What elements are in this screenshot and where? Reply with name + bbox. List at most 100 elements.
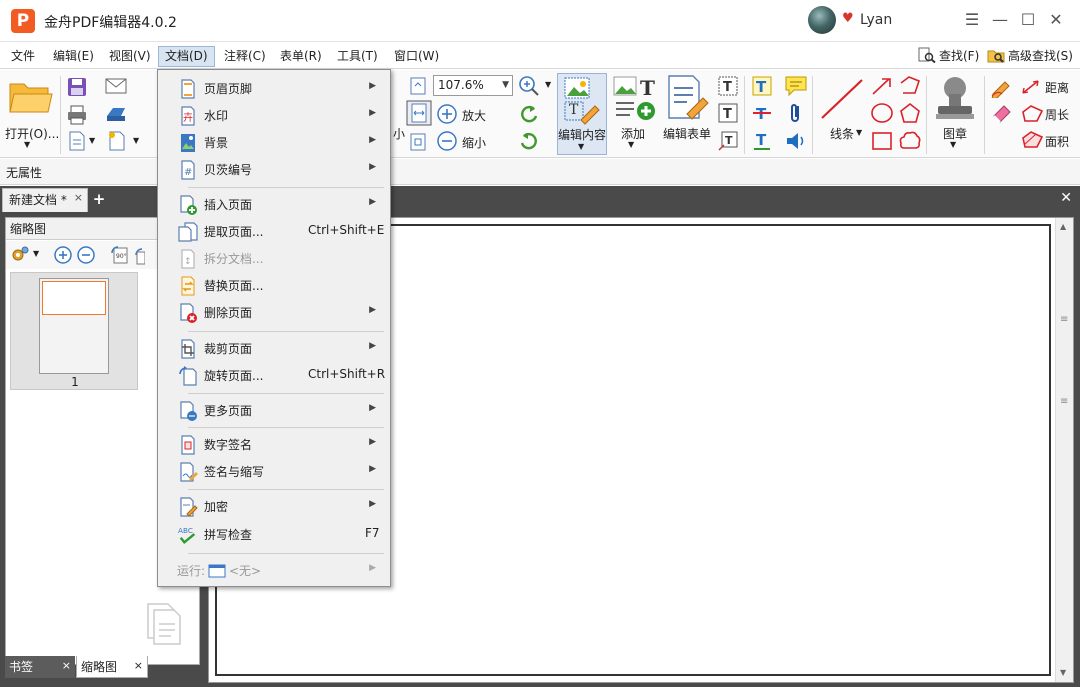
menu-icon[interactable]: ☰ xyxy=(960,8,984,32)
perimeter-label[interactable]: 周长 xyxy=(1045,106,1069,123)
open-label[interactable]: 打开(O)... xyxy=(5,125,59,142)
add-dropdown-icon[interactable]: ▼ xyxy=(628,140,634,149)
tab-thumbnails-close-icon[interactable]: × xyxy=(134,655,143,677)
attachment-icon[interactable] xyxy=(786,102,806,124)
zoom-in-label[interactable]: 放大 xyxy=(462,107,486,124)
menu-item-encrypt[interactable]: 加密 ▶ xyxy=(160,493,388,519)
email-icon[interactable] xyxy=(104,76,130,96)
menu-item-background[interactable]: 背景 ▶ xyxy=(160,129,388,155)
zoom-in-icon[interactable] xyxy=(436,103,458,125)
scroll-up-icon[interactable]: ▲ xyxy=(1060,222,1066,231)
menu-item-insert-page[interactable]: 插入页面 ▶ xyxy=(160,191,388,217)
rotate-left-icon[interactable] xyxy=(518,103,540,125)
stamp-dropdown-icon[interactable]: ▼ xyxy=(950,140,956,149)
area-icon[interactable] xyxy=(1020,130,1044,150)
zoom-out-icon[interactable] xyxy=(436,130,458,152)
close-button[interactable]: ✕ xyxy=(1044,8,1068,32)
tab-bookmarks[interactable]: 书签 × xyxy=(5,656,75,678)
open-dropdown-icon[interactable]: ▼ xyxy=(24,140,30,149)
menu-item-header-footer[interactable]: 页眉页脚 ▶ xyxy=(160,75,388,101)
strikeout-icon[interactable]: T xyxy=(751,102,773,124)
menu-item-digital-signature[interactable]: 数字签名 ▶ xyxy=(160,431,388,457)
tab-bookmarks-close-icon[interactable]: × xyxy=(62,655,71,677)
menu-item-replace-page[interactable]: 替换页面... xyxy=(160,272,388,298)
line-tool-icon[interactable] xyxy=(818,76,866,122)
new-tab-button[interactable]: + xyxy=(92,192,106,207)
tab-thumbnails[interactable]: 缩略图 × xyxy=(76,656,148,678)
polygon-shape-icon[interactable] xyxy=(898,102,922,124)
menu-window[interactable]: 窗口(W) xyxy=(388,46,445,67)
new-blank-dropdown-icon[interactable]: ▼ xyxy=(133,136,139,145)
minimize-button[interactable]: — xyxy=(988,8,1012,32)
menu-item-spell-check[interactable]: ABC 拼写检查 F7 xyxy=(160,521,388,547)
menu-form[interactable]: 表单(R) xyxy=(274,46,328,67)
menu-item-sign-initials[interactable]: 签名与缩写 ▶ xyxy=(160,458,388,484)
callout-text-icon[interactable]: T xyxy=(717,130,739,152)
scan-icon[interactable] xyxy=(104,104,130,124)
menu-item-crop-page[interactable]: 裁剪页面 ▶ xyxy=(160,335,388,361)
zoom-tool-icon[interactable] xyxy=(518,75,540,97)
typewriter-icon[interactable]: T xyxy=(751,75,773,97)
eraser-icon[interactable] xyxy=(990,102,1014,124)
distance-label[interactable]: 距离 xyxy=(1045,79,1069,96)
new-dropdown-icon[interactable]: ▼ xyxy=(89,136,95,145)
open-folder-icon[interactable] xyxy=(8,78,54,116)
edit-content-button[interactable]: T 编辑内容 ▼ xyxy=(557,73,607,155)
scroll-grip-lower-icon[interactable]: ≡ xyxy=(1060,396,1068,407)
thumbnail-view-rect[interactable] xyxy=(42,281,106,315)
zoom-in-thumbnail-icon[interactable] xyxy=(53,245,73,265)
rotate-thumbnail-ccw-icon[interactable] xyxy=(133,244,145,266)
menu-view[interactable]: 视图(V) xyxy=(103,46,157,67)
edit-form-icon[interactable] xyxy=(665,74,709,120)
rectangle-shape-icon[interactable] xyxy=(870,130,894,152)
scroll-grip-icon[interactable]: ≡ xyxy=(1060,314,1068,325)
rotate-thumbnail-icon[interactable]: 90° xyxy=(109,244,131,266)
rotate-right-icon[interactable] xyxy=(518,130,540,152)
zoom-tool-dropdown-icon[interactable]: ▼ xyxy=(545,80,551,89)
sound-icon[interactable] xyxy=(784,130,808,152)
fit-page-icon[interactable] xyxy=(408,76,428,96)
line-dropdown-icon[interactable]: ▼ xyxy=(856,128,862,137)
user-name[interactable]: Lyan xyxy=(860,12,892,28)
close-all-icon[interactable]: ✕ xyxy=(1060,190,1072,206)
advanced-find-button[interactable]: 高级查找(S) xyxy=(987,46,1073,67)
menu-tools[interactable]: 工具(T) xyxy=(331,46,384,67)
menu-item-delete-page[interactable]: 删除页面 ▶ xyxy=(160,299,388,325)
cloud-shape-icon[interactable] xyxy=(898,130,922,152)
edit-form-label[interactable]: 编辑表单 xyxy=(663,125,711,142)
menu-file[interactable]: 文件 xyxy=(5,46,41,67)
menu-item-bates-number[interactable]: # 贝茨编号 ▶ xyxy=(160,156,388,182)
menu-comment[interactable]: 注释(C) xyxy=(218,46,272,67)
save-icon[interactable] xyxy=(66,76,88,98)
maximize-button[interactable]: ☐ xyxy=(1016,8,1040,32)
menu-item-rotate-page[interactable]: 旋转页面... Ctrl+Shift+R xyxy=(160,362,388,388)
avatar[interactable] xyxy=(808,6,836,34)
oval-shape-icon[interactable] xyxy=(870,102,894,124)
add-content-icon[interactable]: T xyxy=(612,75,658,121)
small-label[interactable]: 小 xyxy=(393,125,405,142)
line-label[interactable]: 线条 xyxy=(830,125,854,142)
perimeter-icon[interactable] xyxy=(1020,104,1044,124)
menu-item-watermark[interactable]: 卉 水印 ▶ xyxy=(160,102,388,128)
polygon-line-icon[interactable] xyxy=(898,75,922,97)
distance-icon[interactable] xyxy=(1020,78,1042,96)
stamp-icon[interactable] xyxy=(932,74,978,122)
pencil-icon[interactable] xyxy=(990,76,1014,98)
zoom-out-thumbnail-icon[interactable] xyxy=(76,245,96,265)
gear-icon[interactable] xyxy=(10,245,30,265)
menu-document[interactable]: 文档(D) xyxy=(158,46,215,67)
zoom-out-label[interactable]: 缩小 xyxy=(462,134,486,151)
scroll-down-icon[interactable]: ▼ xyxy=(1060,668,1066,677)
menu-item-more-pages[interactable]: 更多页面 ▶ xyxy=(160,397,388,423)
menu-item-extract-page[interactable]: 提取页面... Ctrl+Shift+E xyxy=(160,218,388,244)
new-document-icon[interactable] xyxy=(66,130,88,152)
document-tab[interactable]: 新建文档 * × xyxy=(2,188,88,212)
document-tab-close-icon[interactable]: × xyxy=(74,187,83,209)
menu-edit[interactable]: 编辑(E) xyxy=(47,46,100,67)
find-button[interactable]: 查找(F) xyxy=(918,46,979,67)
gear-dropdown-icon[interactable]: ▼ xyxy=(33,249,39,258)
page-thumbnail[interactable]: 1 xyxy=(10,272,138,390)
text-box-icon[interactable]: T xyxy=(717,75,739,97)
zoom-select[interactable]: 107.6% ▼ xyxy=(433,75,513,96)
fit-width-icon[interactable] xyxy=(406,100,432,126)
